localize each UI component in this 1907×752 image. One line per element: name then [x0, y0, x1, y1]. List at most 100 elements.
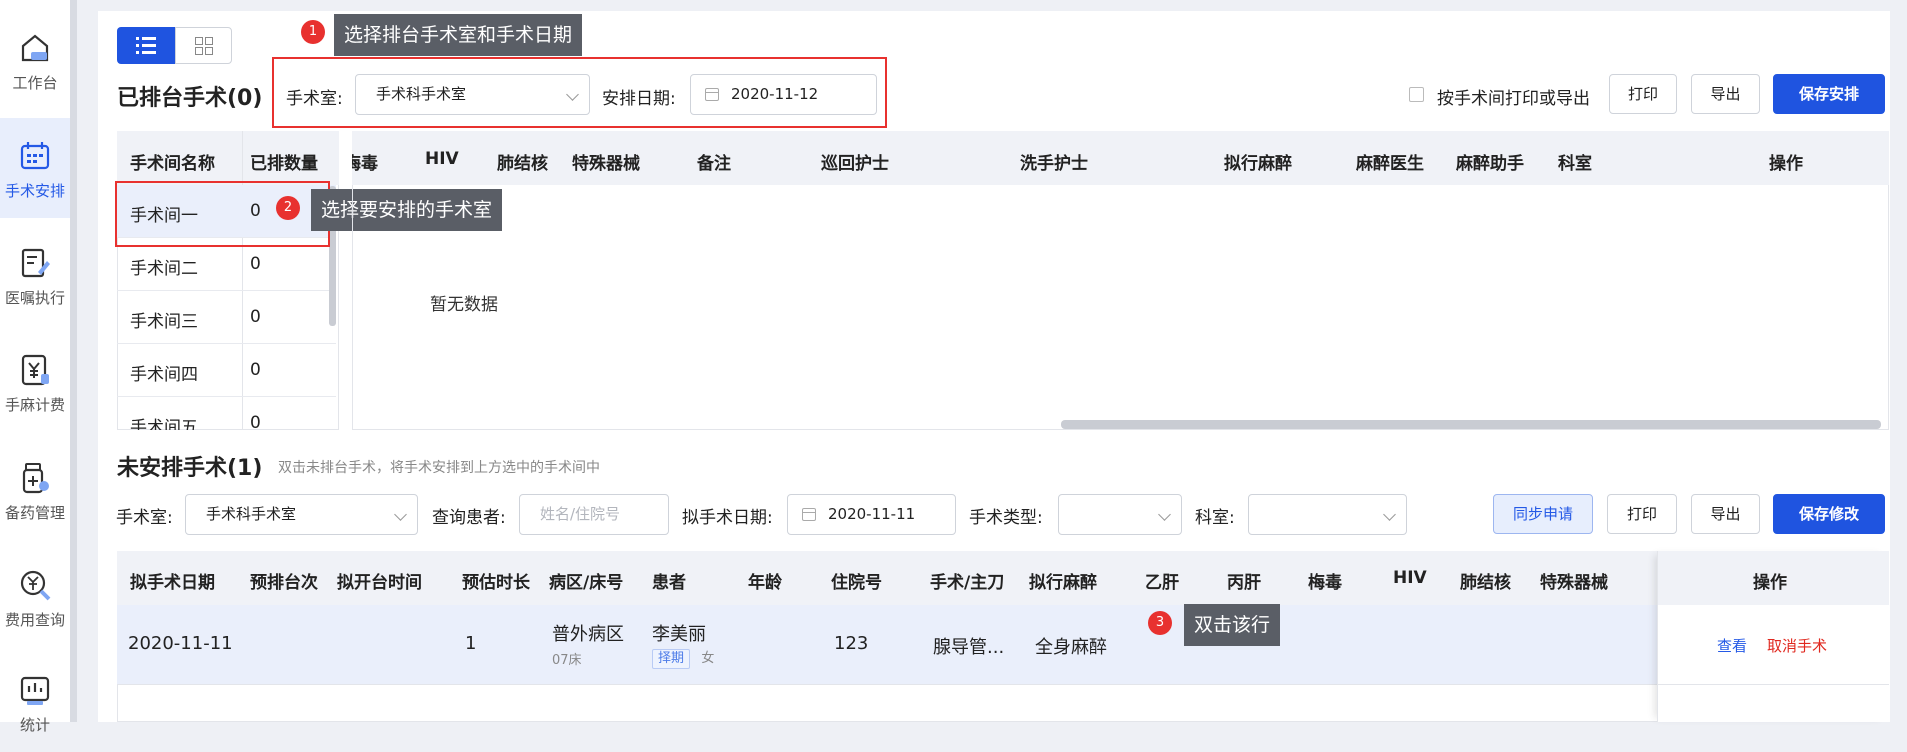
empty-state-text: 暂无数据 [430, 295, 498, 315]
department-label: 科室: [1195, 508, 1235, 528]
scheduled-room-select[interactable]: 手术科手术室 [355, 74, 590, 115]
sidebar-item-label: 工作台 [12, 74, 58, 92]
row-ward: 普外病区 [552, 624, 624, 645]
scheduled-col-special-equipment: 特殊器械 [572, 154, 640, 174]
grid-view-button[interactable] [175, 27, 232, 64]
row-gender: 女 [701, 651, 715, 666]
scheduled-col-tb: 肺结核 [497, 154, 548, 174]
scheduled-col-syphilis: 梅毒 [352, 154, 378, 174]
sidebar-item-label: 手术安排 [4, 182, 65, 200]
sidebar-item-order-execution[interactable]: 医嘱执行 [0, 225, 70, 325]
col-syphilis: 梅毒 [1308, 573, 1342, 593]
room-name: 手术间五 [130, 418, 198, 430]
scheduled-table-hscrollbar[interactable] [1061, 420, 1881, 429]
room-name: 手术间三 [130, 312, 198, 332]
medicine-bottle-icon [22, 463, 49, 494]
unscheduled-title: 未安排手术(1) [117, 456, 263, 481]
sidebar: 工作台 手术安排 医嘱执行 手麻计费 备药管理 费用查询 统计 [0, 0, 77, 734]
list-icon [136, 37, 156, 54]
table-row[interactable] [117, 605, 1657, 685]
row-planned-date: 2020-11-11 [128, 633, 233, 654]
view-link[interactable]: 查看 [1717, 635, 1747, 656]
sidebar-item-label: 备药管理 [4, 504, 65, 522]
sidebar-item-fee-query[interactable]: 费用查询 [0, 547, 70, 647]
unscheduled-room-select[interactable]: 手术科手术室 [185, 494, 418, 535]
room-header-name: 手术间名称 [130, 154, 215, 174]
callout-step-3: 双击该行 [1184, 604, 1281, 646]
planned-date-picker[interactable]: 2020-11-11 [787, 494, 956, 535]
scheduled-col-circulating-nurse: 巡回护士 [821, 154, 889, 174]
scheduled-col-actions: 操作 [1769, 154, 1803, 174]
patient-search-input[interactable]: 姓名/住院号 [519, 494, 669, 535]
row-inpatient-no: 123 [834, 633, 869, 654]
sidebar-item-workbench[interactable]: 工作台 [0, 10, 70, 110]
scheduled-date-value: 2020-11-12 [731, 85, 819, 103]
unscheduled-room-value: 手术科手术室 [206, 505, 297, 523]
scheduled-export-button[interactable]: 导出 [1691, 74, 1760, 114]
callout-step-1: 选择排台手术室和手术日期 [334, 14, 583, 56]
print-by-room-label: 按手术间打印或导出 [1437, 89, 1590, 109]
patient-search-placeholder: 姓名/住院号 [540, 505, 621, 523]
col-estimated-duration: 预估时长 [462, 573, 530, 593]
col-pre-sequence: 预排台次 [250, 573, 318, 593]
scheduled-print-button[interactable]: 打印 [1609, 74, 1677, 114]
room-count: 0 [250, 307, 261, 327]
col-special-equipment: 特殊器械 [1540, 573, 1608, 593]
calendar-icon [705, 88, 719, 101]
scheduled-col-hiv: HIV [425, 149, 459, 169]
list-view-button[interactable] [117, 27, 175, 64]
scheduled-date-picker[interactable]: 2020-11-12 [690, 74, 877, 115]
scheduled-col-planned-anesthesia: 拟行麻醉 [1224, 154, 1292, 174]
chevron-down-icon [566, 88, 579, 101]
statistics-icon [20, 676, 50, 705]
room-row-5[interactable]: 手术间五 0 [117, 397, 336, 430]
sidebar-item-label: 手麻计费 [4, 396, 65, 414]
surgery-type-label: 手术类型: [969, 508, 1043, 528]
calendar-icon [802, 508, 816, 521]
planned-date-value: 2020-11-11 [828, 505, 916, 523]
scheduled-date-label: 安排日期: [602, 89, 676, 109]
chevron-down-icon [394, 508, 407, 521]
save-changes-button[interactable]: 保存修改 [1773, 494, 1885, 534]
cancel-surgery-link[interactable]: 取消手术 [1767, 635, 1827, 656]
unscheduled-export-button[interactable]: 导出 [1691, 494, 1760, 534]
chevron-down-icon [1383, 508, 1396, 521]
row-patient-meta: 择期 女 [652, 647, 714, 669]
sidebar-item-medicine-management[interactable]: 备药管理 [0, 440, 70, 540]
room-name: 手术间四 [130, 365, 198, 385]
workbench-icon [21, 34, 49, 62]
room-row-3[interactable]: 手术间三 0 [117, 291, 336, 344]
col-ward-bed: 病区/床号 [549, 573, 624, 593]
scheduled-room-value: 手术科手术室 [376, 85, 467, 103]
step-badge-3: 3 [1148, 611, 1172, 635]
room-row-4[interactable]: 手术间四 0 [117, 344, 336, 397]
save-schedule-button[interactable]: 保存安排 [1773, 74, 1885, 114]
fee-search-icon [20, 570, 51, 601]
scheduled-col-scrub-nurse: 洗手护士 [1020, 154, 1088, 174]
print-by-room-checkbox[interactable] [1409, 87, 1424, 102]
room-header-count: 已排数量 [250, 154, 318, 174]
sidebar-item-statistics[interactable]: 统计 [0, 652, 70, 752]
col-age: 年龄 [748, 573, 782, 593]
surgery-type-select[interactable] [1058, 494, 1182, 535]
order-edit-icon [21, 248, 50, 278]
col-start-time: 拟开台时间 [337, 573, 422, 593]
sidebar-item-surgery-schedule[interactable]: 手术安排 [0, 118, 70, 218]
col-hiv: HIV [1393, 568, 1427, 588]
sidebar-item-anesthesia-billing[interactable]: 手麻计费 [0, 332, 70, 432]
step-badge-1: 1 [301, 20, 325, 44]
col-hepatitis-b: 乙肝 [1145, 573, 1179, 593]
scheduled-col-remarks: 备注 [697, 154, 731, 174]
row-bed: 07床 [552, 653, 582, 668]
chevron-down-icon [1158, 508, 1171, 521]
unscheduled-print-button[interactable]: 打印 [1607, 494, 1677, 534]
scheduled-col-department: 科室 [1558, 154, 1592, 174]
surgery-type-tag: 择期 [652, 649, 691, 669]
col-tb: 肺结核 [1460, 573, 1511, 593]
scheduled-header-row: 梅毒 HIV 肺结核 特殊器械 备注 巡回护士 洗手护士 拟行麻醉 麻醉医生 麻… [352, 131, 1889, 185]
sync-request-button[interactable]: 同步申请 [1493, 494, 1593, 534]
step-badge-2: 2 [276, 196, 300, 220]
col-planned-date: 拟手术日期 [130, 573, 215, 593]
col-hepatitis-c: 丙肝 [1227, 573, 1261, 593]
department-select[interactable] [1248, 494, 1407, 535]
